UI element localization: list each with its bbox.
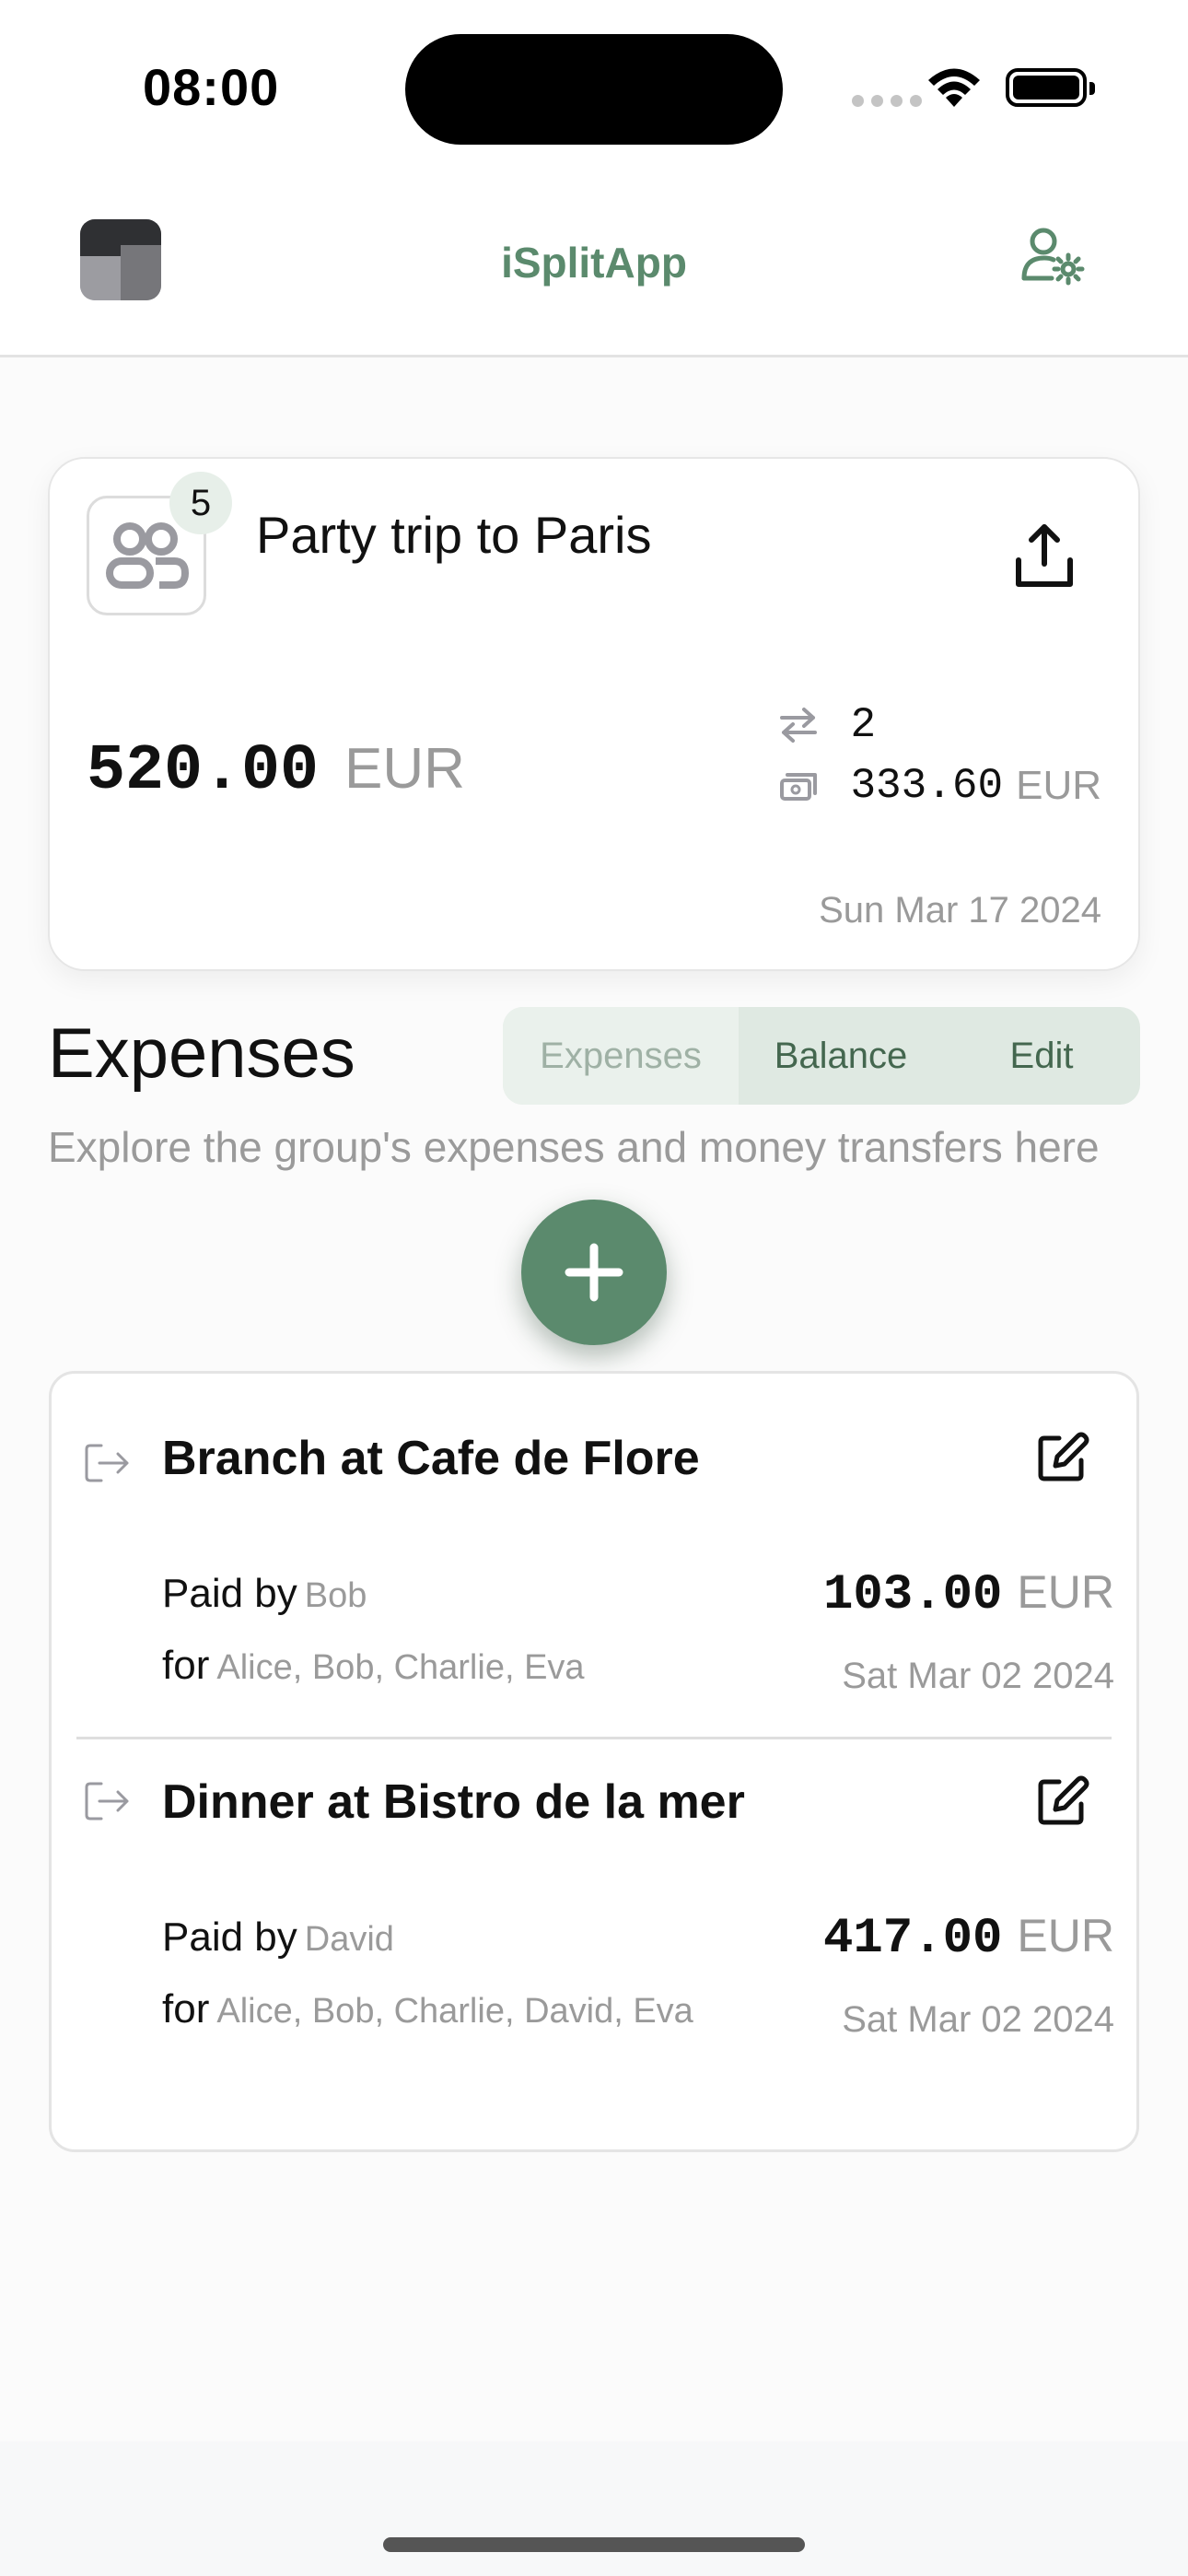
- paid-by-label: Paid by: [162, 1571, 297, 1616]
- arrow-right-from-bracket-icon: [85, 1444, 129, 1482]
- section-subtitle: Explore the group's expenses and money t…: [48, 1123, 1100, 1171]
- arrow-right-from-bracket-icon: [85, 1782, 129, 1821]
- expense-amount: 103.00 EUR: [823, 1565, 1114, 1623]
- participants-names: Alice, Bob, Charlie, David, Eva: [216, 1992, 693, 2031]
- my-share-stat: 333.60 EUR: [778, 755, 1101, 816]
- expense-list: Branch at Cafe de Flore Paid by Bob for Al…: [49, 1371, 1139, 2152]
- expense-date: Sat Mar 02 2024: [842, 1999, 1114, 2040]
- for-label: for: [162, 1986, 210, 2032]
- group-card[interactable]: 5 Party trip to Paris 520.00 EUR 2 333.6…: [48, 457, 1140, 971]
- expense-item[interactable]: Dinner at Bistro de la mer Paid by David …: [76, 1737, 1114, 2100]
- edit-icon[interactable]: [1035, 1773, 1090, 1828]
- group-stats: 2 333.60 EUR: [778, 695, 1101, 816]
- expense-item[interactable]: Branch at Cafe de Flore Paid by Bob for Al…: [52, 1374, 1136, 1737]
- cellular-signal-icon: [852, 95, 922, 107]
- expense-amount-value: 417.00: [822, 1911, 1003, 1967]
- tab-edit[interactable]: Edit: [943, 1007, 1140, 1105]
- expense-participants: for Alice, Bob, Charlie, Eva: [162, 1643, 585, 1689]
- dynamic-island: [405, 34, 783, 145]
- expense-paid-by: Paid by Bob: [162, 1571, 367, 1617]
- paid-by-name: Bob: [304, 1576, 367, 1615]
- money-icon: [780, 773, 818, 801]
- add-expense-button[interactable]: [521, 1200, 667, 1345]
- transfers-stat: 2: [778, 695, 1101, 755]
- group-name: Party trip to Paris: [256, 506, 652, 564]
- paid-by-label: Paid by: [162, 1914, 297, 1960]
- expense-date: Sat Mar 02 2024: [842, 1656, 1114, 1696]
- app-header: iSplitApp: [0, 175, 1188, 357]
- status-bar: 08:00: [0, 0, 1188, 175]
- expense-title: Branch at Cafe de Flore: [162, 1432, 700, 1485]
- edit-icon[interactable]: [1035, 1429, 1090, 1484]
- expense-currency: EUR: [1017, 1910, 1114, 1961]
- expense-amount-value: 103.00: [822, 1567, 1003, 1623]
- app-title: iSplitApp: [501, 239, 687, 287]
- transfers-count: 2: [850, 701, 877, 749]
- status-time: 08:00: [143, 58, 280, 116]
- expense-participants: for Alice, Bob, Charlie, David, Eva: [162, 1986, 693, 2032]
- section-title: Expenses: [48, 1014, 355, 1093]
- expense-currency: EUR: [1017, 1566, 1114, 1618]
- share-upload-icon[interactable]: [1007, 520, 1081, 593]
- expense-amount: 417.00 EUR: [823, 1909, 1114, 1967]
- expense-title: Dinner at Bistro de la mer: [162, 1775, 745, 1829]
- for-label: for: [162, 1643, 210, 1688]
- wifi-icon: [928, 68, 980, 107]
- plus-icon: [565, 1243, 623, 1302]
- total-currency: EUR: [344, 737, 465, 801]
- bottom-safe-area: [0, 2441, 1188, 2576]
- paid-by-name: David: [304, 1920, 394, 1959]
- segmented-control: Expenses Balance Edit: [503, 1007, 1140, 1105]
- members-count-badge: 5: [169, 472, 232, 534]
- total-amount: 520.00: [87, 735, 320, 808]
- my-share-amount: 333.60: [850, 762, 1004, 810]
- my-share-currency: EUR: [1016, 763, 1101, 808]
- tab-balance[interactable]: Balance: [739, 1007, 943, 1105]
- tab-expenses[interactable]: Expenses: [503, 1007, 739, 1105]
- user-settings-icon[interactable]: [1020, 223, 1085, 287]
- home-indicator[interactable]: [383, 2537, 805, 2552]
- group-total: 520.00 EUR: [87, 735, 465, 808]
- group-date: Sun Mar 17 2024: [819, 890, 1101, 931]
- battery-icon: [1006, 68, 1095, 107]
- participants-names: Alice, Bob, Charlie, Eva: [216, 1648, 585, 1687]
- expense-paid-by: Paid by David: [162, 1914, 394, 1961]
- arrows-swap-icon: [780, 708, 818, 743]
